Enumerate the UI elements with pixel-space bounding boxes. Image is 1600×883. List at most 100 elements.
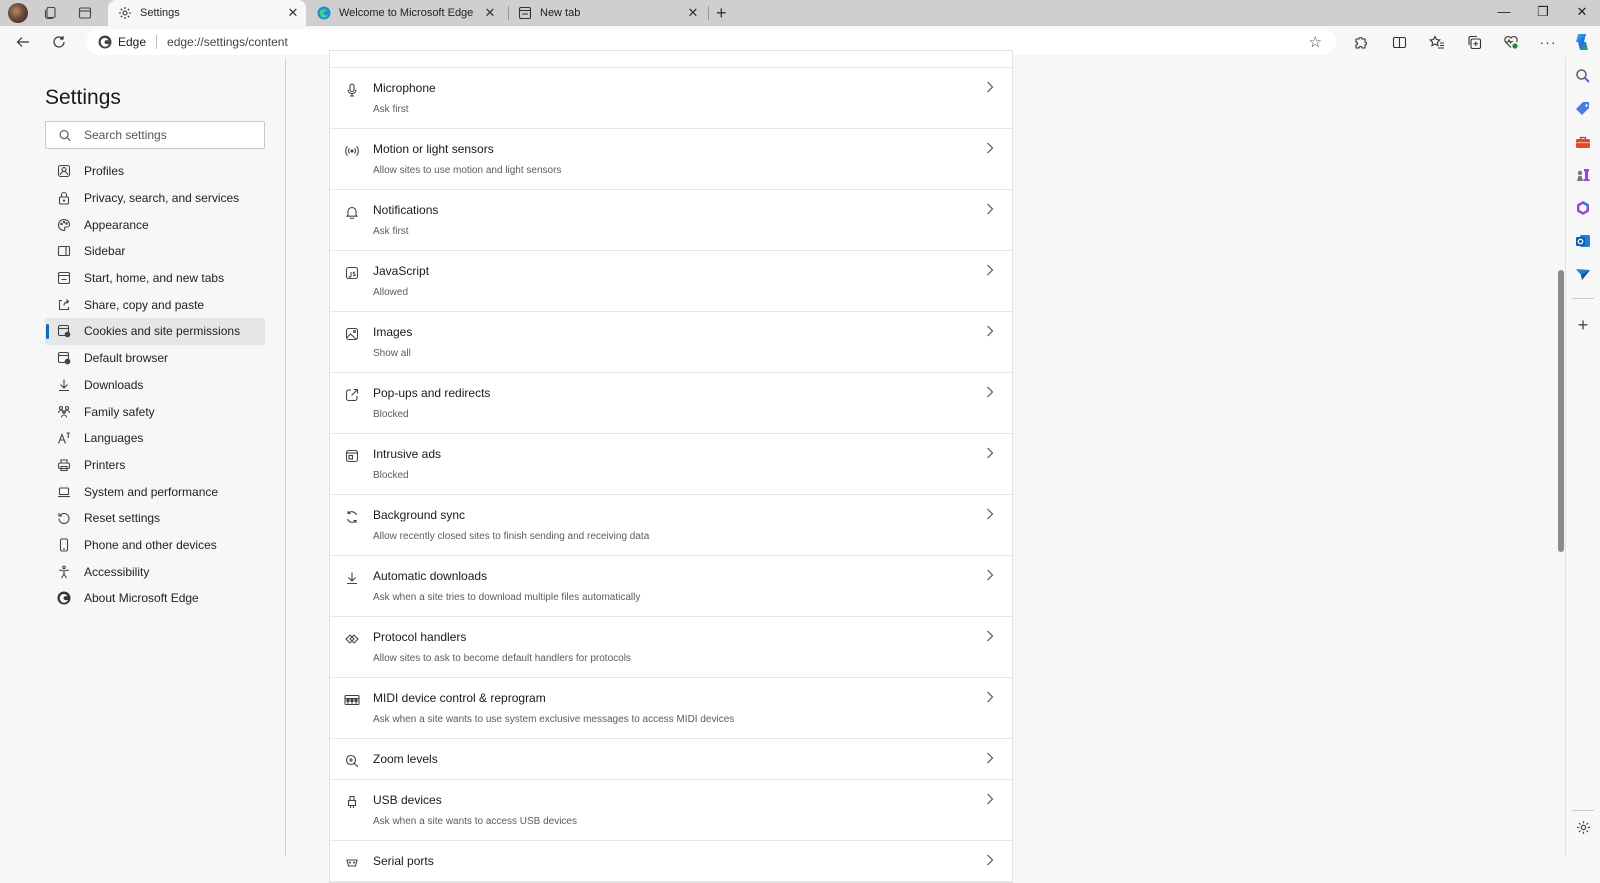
chevron-right-icon	[986, 507, 998, 523]
sidebar-item-label: Privacy, search, and services	[84, 191, 240, 206]
permission-row-notifications[interactable]: Notifications Ask first	[330, 190, 1012, 251]
search-placeholder: Search settings	[84, 128, 167, 142]
sidebar-m365-button[interactable]	[1574, 199, 1592, 217]
sidebar-item-family-safety[interactable]: Family safety	[45, 398, 265, 425]
languages-icon	[56, 430, 72, 446]
add-sidebar-app-button[interactable]: +	[1574, 315, 1592, 335]
search-icon	[59, 129, 71, 141]
favorites-button[interactable]	[1426, 32, 1448, 52]
favorite-star-icon[interactable]: ☆	[1309, 33, 1322, 51]
copilot-button[interactable]	[1571, 32, 1593, 52]
browser-essentials-button[interactable]	[1500, 32, 1522, 52]
tab-actions-icon[interactable]	[75, 4, 95, 22]
sidebar-item-start-home-and-new-tabs[interactable]: Start, home, and new tabs	[45, 265, 265, 292]
profile-avatar[interactable]	[8, 3, 28, 23]
permission-title: Intrusive ads	[373, 447, 442, 461]
permission-row-intrusive-ads[interactable]: Intrusive ads Blocked	[330, 434, 1012, 495]
permission-row-background-sync[interactable]: Background sync Allow recently closed si…	[330, 495, 1012, 556]
permission-row-pop-ups-and-redirects[interactable]: Pop-ups and redirects Blocked	[330, 373, 1012, 434]
sidebar-item-appearance[interactable]: Appearance	[45, 211, 265, 238]
sidebar-item-default-browser[interactable]: Default browser	[45, 345, 265, 372]
sidebar-shopping-button[interactable]	[1574, 100, 1592, 118]
url-text[interactable]: edge://settings/content	[167, 35, 288, 49]
sidebar-item-about-microsoft-edge[interactable]: About Microsoft Edge	[45, 585, 265, 612]
tab-welcome[interactable]: Welcome to Microsoft Edge ✕	[307, 0, 503, 26]
image-icon	[344, 326, 360, 342]
sidebar-item-phone-and-other-devices[interactable]: Phone and other devices	[45, 532, 265, 559]
search-settings-input[interactable]: Search settings	[45, 121, 265, 149]
close-tab-button[interactable]: ✕	[286, 6, 300, 20]
split-screen-button[interactable]	[1388, 32, 1410, 52]
sidebar-tools-button[interactable]	[1574, 133, 1592, 151]
sidebar-item-system-and-performance[interactable]: System and performance	[45, 478, 265, 505]
permission-status: Ask first	[373, 226, 409, 237]
sidebar-item-label: System and performance	[84, 484, 219, 499]
split-screen-icon	[1392, 36, 1406, 48]
tab-new-tab[interactable]: New tab ✕	[508, 0, 706, 26]
sidebar-item-label: Family safety	[84, 404, 155, 419]
paper-plane-icon	[1576, 269, 1590, 280]
refresh-icon	[53, 36, 65, 48]
sidebar-item-profiles[interactable]: Profiles	[45, 158, 265, 185]
share-icon	[56, 297, 72, 313]
sidebar-item-languages[interactable]: Languages	[45, 425, 265, 452]
sidebar-item-sidebar[interactable]: Sidebar	[45, 238, 265, 265]
sidebar-item-label: Appearance	[84, 217, 149, 232]
permission-status: Ask when a site wants to access USB devi…	[373, 816, 577, 827]
sidebar-item-label: Reset settings	[84, 511, 161, 526]
permission-status: Blocked	[373, 470, 409, 481]
permission-row-usb-devices[interactable]: USB devices Ask when a site wants to acc…	[330, 780, 1012, 841]
sidebar-item-accessibility[interactable]: Accessibility	[45, 558, 265, 585]
ads-icon	[344, 448, 360, 464]
close-tab-button[interactable]: ✕	[686, 6, 700, 20]
sidebar-item-label: Languages	[84, 431, 144, 446]
permission-row-automatic-downloads[interactable]: Automatic downloads Ask when a site trie…	[330, 556, 1012, 617]
scrollbar-thumb[interactable]	[1558, 270, 1564, 552]
permission-row-motion-or-light-sensors[interactable]: Motion or light sensors Allow sites to u…	[330, 129, 1012, 190]
permission-row-javascript[interactable]: JavaScript Allowed	[330, 251, 1012, 312]
sidebar-item-share-copy-and-paste[interactable]: Share, copy and paste	[45, 291, 265, 318]
restore-button[interactable]: ❐	[1533, 4, 1553, 20]
minimize-button[interactable]: —	[1494, 4, 1514, 19]
sidebar-games-button[interactable]	[1574, 166, 1592, 184]
sidebar-item-downloads[interactable]: Downloads	[45, 372, 265, 399]
permission-row-zoom-levels[interactable]: Zoom levels	[330, 739, 1012, 780]
more-ellipsis-icon: ···	[1539, 34, 1557, 50]
settings-and-more-button[interactable]: ···	[1537, 32, 1559, 52]
edge-logo-icon	[98, 35, 112, 49]
tab-settings[interactable]: Settings ✕	[108, 0, 306, 26]
cookies-icon	[56, 323, 72, 339]
printer-icon	[56, 457, 72, 473]
extensions-button[interactable]	[1349, 32, 1371, 52]
sidebar-search-button[interactable]	[1574, 67, 1592, 85]
gear-icon	[118, 6, 132, 20]
sidebar-item-label: Start, home, and new tabs	[84, 271, 225, 286]
sidebar-item-label: Share, copy and paste	[84, 297, 205, 312]
permission-row-images[interactable]: Images Show all	[330, 312, 1012, 373]
permission-row-serial-ports[interactable]: Serial ports	[330, 841, 1012, 882]
refresh-button[interactable]	[48, 32, 70, 52]
copilot-icon	[1576, 34, 1588, 50]
new-tab-button[interactable]: +	[716, 4, 727, 22]
workspaces-icon[interactable]	[41, 4, 61, 22]
sidebar-item-privacy-search-and-services[interactable]: Privacy, search, and services	[45, 185, 265, 212]
back-button[interactable]	[12, 32, 34, 52]
edge-logo-icon	[317, 6, 331, 20]
close-tab-button[interactable]: ✕	[483, 6, 497, 20]
default-browser-icon	[56, 350, 72, 366]
chevron-right-icon	[986, 568, 998, 584]
sidebar-item-printers[interactable]: Printers	[45, 452, 265, 479]
chevron-right-icon	[986, 141, 998, 157]
close-window-button[interactable]: ✕	[1572, 4, 1592, 20]
permission-row-protocol-handlers[interactable]: Protocol handlers Allow sites to ask to …	[330, 617, 1012, 678]
permission-row-midi-device-control-reprogram[interactable]: MIDI device control & reprogram Ask when…	[330, 678, 1012, 739]
collections-button[interactable]	[1463, 32, 1485, 52]
sidebar-item-reset-settings[interactable]: Reset settings	[45, 505, 265, 532]
sidebar-outlook-button[interactable]	[1574, 232, 1592, 250]
lock-icon	[56, 190, 72, 206]
sidebar-item-cookies-and-site-permissions[interactable]: Cookies and site permissions	[45, 318, 265, 345]
sidebar-drop-button[interactable]	[1574, 265, 1592, 283]
permission-row-microphone[interactable]: Microphone Ask first	[330, 68, 1012, 129]
favorites-list-icon	[1429, 34, 1444, 49]
sidebar-settings-button[interactable]	[1574, 818, 1592, 836]
